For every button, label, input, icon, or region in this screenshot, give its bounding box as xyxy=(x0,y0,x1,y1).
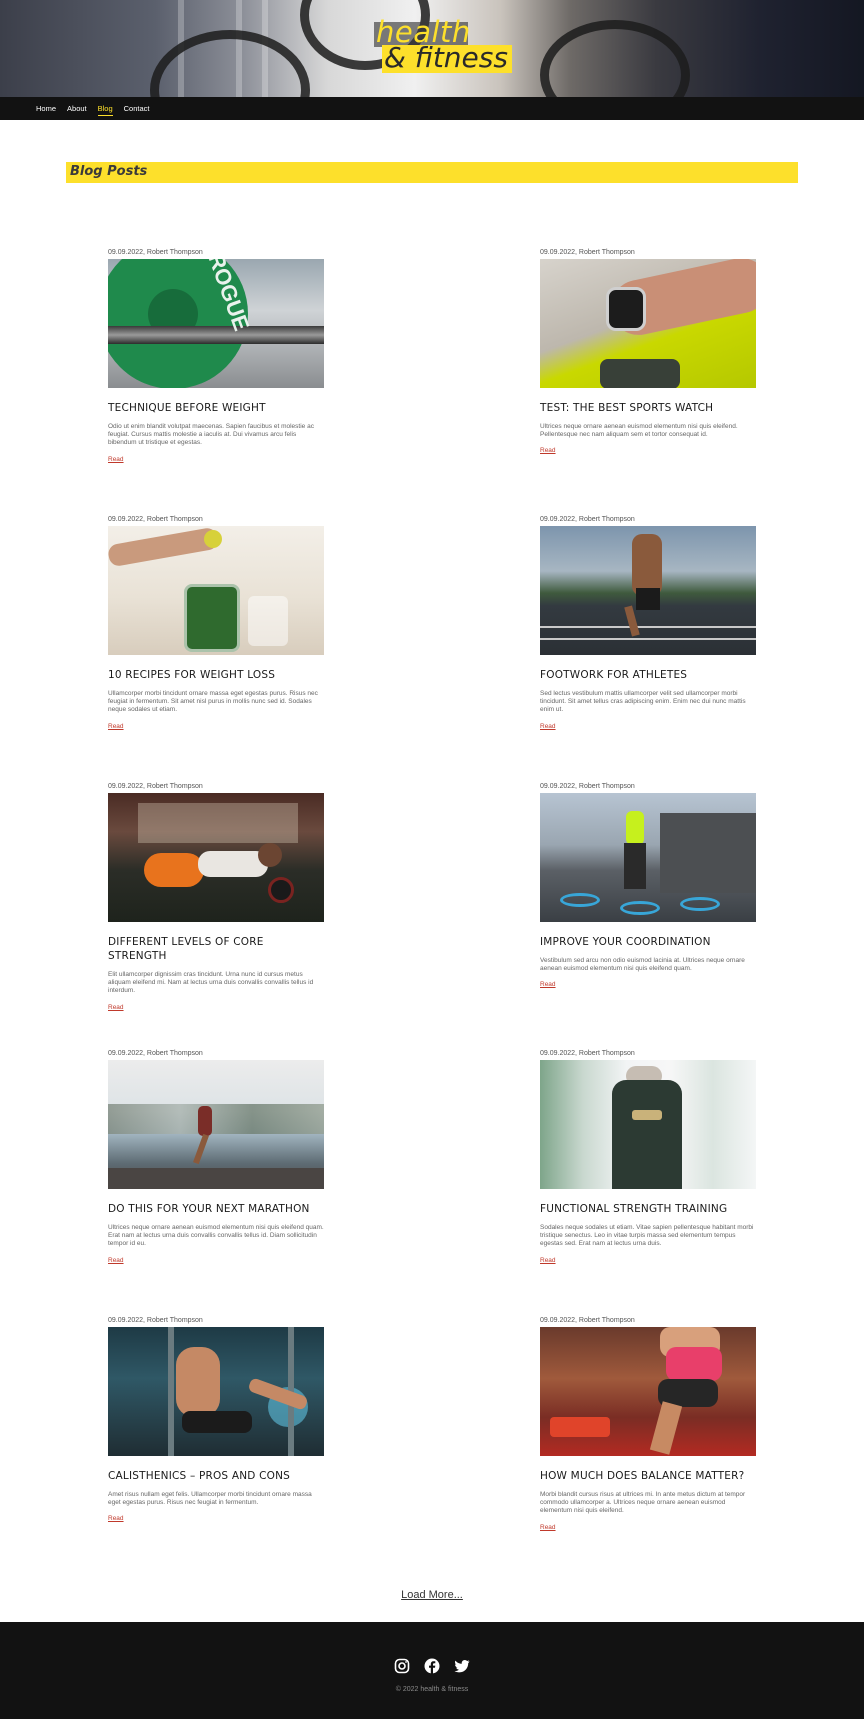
nav-item-blog[interactable]: Blog xyxy=(97,104,113,116)
read-link[interactable]: Read xyxy=(540,723,556,730)
blog-post-card: 09.09.2022, Robert Thompson FUNCTIONAL S… xyxy=(540,1048,756,1267)
post-title[interactable]: IMPROVE YOUR COORDINATION xyxy=(540,935,756,949)
blog-post-card: 09.09.2022, Robert Thompson FOOTWORK FOR… xyxy=(540,514,756,733)
post-title[interactable]: DIFFERENT LEVELS OF CORE STRENGTH xyxy=(108,935,324,963)
post-meta: 09.09.2022, Robert Thompson xyxy=(108,1317,203,1324)
post-excerpt: Sodales neque sodales ut etiam. Vitae sa… xyxy=(540,1224,754,1248)
post-title[interactable]: DO THIS FOR YOUR NEXT MARATHON xyxy=(108,1202,324,1216)
read-link[interactable]: Read xyxy=(540,1524,556,1531)
post-title[interactable]: FOOTWORK FOR ATHLETES xyxy=(540,668,756,682)
post-meta: 09.09.2022, Robert Thompson xyxy=(540,783,635,790)
post-title[interactable]: HOW MUCH DOES BALANCE MATTER? xyxy=(540,1469,756,1483)
post-image[interactable] xyxy=(108,1327,324,1456)
post-title[interactable]: CALISTHENICS – PROS AND CONS xyxy=(108,1469,324,1483)
nav-item-contact[interactable]: Contact xyxy=(124,104,150,113)
post-image[interactable] xyxy=(108,793,324,922)
post-excerpt: Ultrices neque ornare aenean euismod ele… xyxy=(540,423,738,439)
twitter-icon[interactable] xyxy=(454,1658,470,1674)
post-excerpt: Vestibulum sed arcu non odio euismod lac… xyxy=(540,957,745,973)
blog-post-card: 09.09.2022, Robert Thompson DIFFERENT LE… xyxy=(108,781,324,1014)
load-more-container: Load More... xyxy=(0,1585,864,1603)
site-logo[interactable]: health & fitness xyxy=(374,15,512,75)
blog-post-card: 09.09.2022, Robert Thompson DO THIS FOR … xyxy=(108,1048,324,1267)
post-meta: 09.09.2022, Robert Thompson xyxy=(540,516,635,523)
post-title[interactable]: 10 RECIPES FOR WEIGHT LOSS xyxy=(108,668,324,682)
blog-post-card: 09.09.2022, Robert Thompson TEST: THE BE… xyxy=(540,247,756,457)
logo-line-2: & fitness xyxy=(384,41,508,74)
post-image[interactable] xyxy=(108,1060,324,1189)
load-more-link[interactable]: Load More... xyxy=(401,1589,463,1601)
post-image[interactable]: ROGUE xyxy=(108,259,324,388)
post-image[interactable] xyxy=(540,526,756,655)
section-title: Blog Posts xyxy=(70,164,148,179)
post-excerpt: Amet risus nullam eget felis. Ullamcorpe… xyxy=(108,1491,312,1507)
read-link[interactable]: Read xyxy=(108,1257,124,1264)
post-image[interactable] xyxy=(540,259,756,388)
blog-post-card: 09.09.2022, Robert Thompson IMPROVE YOUR… xyxy=(540,781,756,991)
main-nav: Home About Blog Contact xyxy=(0,97,864,120)
read-link[interactable]: Read xyxy=(108,456,124,463)
hero-banner: health & fitness xyxy=(0,0,864,97)
post-excerpt: Elit ullamcorper dignissim cras tincidun… xyxy=(108,971,314,995)
copyright-text: © 2022 health & fitness xyxy=(395,1686,469,1693)
blog-post-card: 09.09.2022, Robert Thompson HOW MUCH DOE… xyxy=(540,1315,756,1534)
nav-item-about[interactable]: About xyxy=(67,104,87,113)
post-excerpt: Ullamcorper morbi tincidunt ornare massa… xyxy=(108,690,318,714)
hero-decoration xyxy=(540,20,690,97)
post-meta: 09.09.2022, Robert Thompson xyxy=(108,516,203,523)
site-footer: © 2022 health & fitness xyxy=(0,1622,864,1719)
read-link[interactable]: Read xyxy=(108,1004,124,1011)
post-meta: 09.09.2022, Robert Thompson xyxy=(540,249,635,256)
blog-post-card: 09.09.2022, Robert Thompson ROGUE TECHNI… xyxy=(108,247,324,466)
post-meta: 09.09.2022, Robert Thompson xyxy=(108,1050,203,1057)
post-meta: 09.09.2022, Robert Thompson xyxy=(108,783,203,790)
post-excerpt: Sed lectus vestibulum mattis ullamcorper… xyxy=(540,690,746,714)
instagram-icon[interactable] xyxy=(394,1658,410,1674)
post-title[interactable]: TECHNIQUE BEFORE WEIGHT xyxy=(108,401,324,415)
post-meta: 09.09.2022, Robert Thompson xyxy=(540,1317,635,1324)
hero-decoration xyxy=(150,30,310,97)
post-excerpt: Odio ut enim blandit volutpat maecenas. … xyxy=(108,423,314,447)
post-image[interactable] xyxy=(540,1327,756,1456)
post-image[interactable] xyxy=(108,526,324,655)
facebook-icon[interactable] xyxy=(424,1658,440,1674)
nav-item-home[interactable]: Home xyxy=(36,104,56,113)
social-icons xyxy=(0,1658,864,1674)
post-title[interactable]: FUNCTIONAL STRENGTH TRAINING xyxy=(540,1202,756,1216)
post-excerpt: Ultrices neque ornare aenean euismod ele… xyxy=(108,1224,324,1248)
post-image[interactable] xyxy=(540,793,756,922)
read-link[interactable]: Read xyxy=(108,1515,124,1522)
read-link[interactable]: Read xyxy=(540,1257,556,1264)
read-link[interactable]: Read xyxy=(540,981,556,988)
post-excerpt: Morbi blandit cursus risus at ultrices m… xyxy=(540,1491,746,1515)
post-title[interactable]: TEST: THE BEST SPORTS WATCH xyxy=(540,401,756,415)
blog-post-card: 09.09.2022, Robert Thompson CALISTHENICS… xyxy=(108,1315,324,1525)
read-link[interactable]: Read xyxy=(540,447,556,454)
post-meta: 09.09.2022, Robert Thompson xyxy=(108,249,203,256)
read-link[interactable]: Read xyxy=(108,723,124,730)
post-image[interactable] xyxy=(540,1060,756,1189)
section-header: Blog Posts xyxy=(66,162,798,183)
post-meta: 09.09.2022, Robert Thompson xyxy=(540,1050,635,1057)
blog-post-card: 09.09.2022, Robert Thompson 10 RECIPES F… xyxy=(108,514,324,733)
